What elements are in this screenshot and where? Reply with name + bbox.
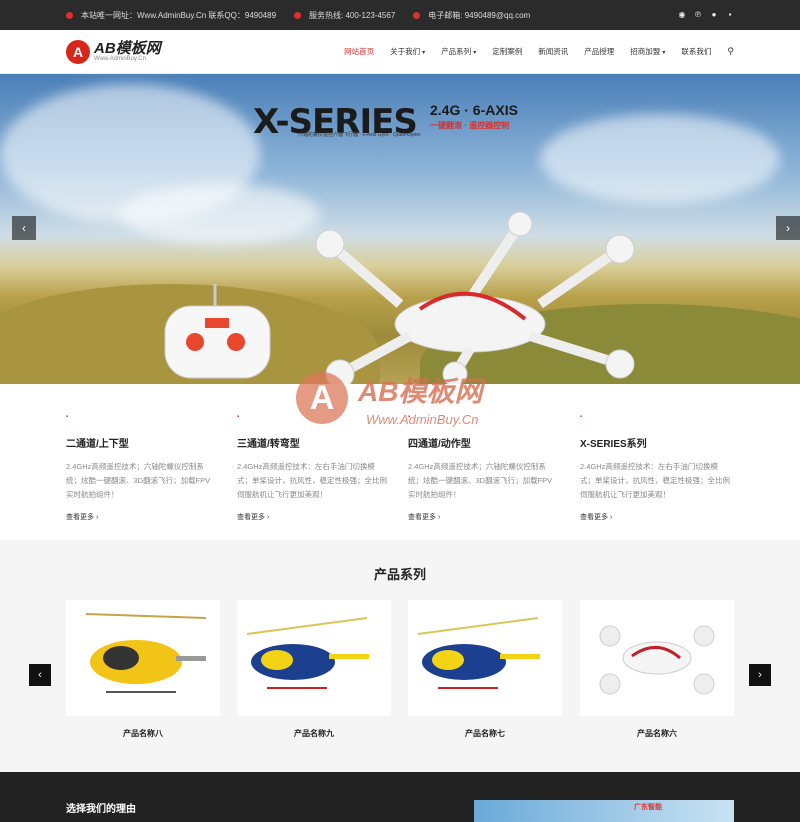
feature-desc: 2.4GHz高频遥控技术；六轴陀螺仪控制系统；炫酷一键翻滚、3D翻滚飞行；加载F…	[66, 462, 211, 499]
chevron-right-icon: ›	[786, 221, 790, 235]
product-card[interactable]	[237, 600, 391, 716]
site-info: 本站唯一网址：Www.AdminBuy.Cn 联系QQ：9490489	[66, 10, 276, 21]
products-next-button[interactable]: ›	[749, 664, 771, 686]
phone-icon	[294, 11, 302, 19]
feature-more-link[interactable]: 查看更多 ›	[66, 512, 216, 522]
hero-banner[interactable]: X-SERIES 2.4G · 6-AXIS 一键翻滚 · 遥控器控制 六轴陀螺…	[0, 74, 800, 384]
product-card[interactable]	[66, 600, 220, 716]
nav-home[interactable]: 网站首页	[336, 46, 382, 57]
main-nav: 网站首页 关于我们 ▾ 产品系列 ▾ 定制案例 新闻资讯 产品授理 招商加盟 ▾…	[336, 46, 734, 57]
chevron-left-icon: ‹	[22, 221, 26, 235]
feature-desc: 2.4GHz高频遥控技术：左右手油门切换模式；单桨设计，抗风性，稳定性极强；全比…	[580, 462, 730, 499]
nav-join[interactable]: 招商加盟 ▾	[622, 46, 673, 57]
nav-contact[interactable]: 联系我们	[673, 46, 719, 57]
banner-prev-button[interactable]: ‹	[12, 216, 36, 240]
why-image: 广东智能	[474, 800, 734, 822]
helicopter-image	[417, 617, 540, 689]
logo-name: AB模板网	[94, 40, 161, 57]
arrow-right-icon: ›	[95, 514, 99, 521]
feature-card: ▪ X-SERIES系列 2.4GHz高频遥控技术：左右手油门切换模式；单桨设计…	[580, 414, 730, 522]
banner-small-text: 六轴陀螺仪遥控六轴飞行器 · 6-Axis Gyro · Quad-copter	[298, 132, 421, 138]
arrow-right-icon: ›	[609, 514, 613, 521]
pinterest-icon[interactable]: ℗	[694, 11, 702, 19]
bullet-icon: ▪	[237, 414, 240, 420]
product-name[interactable]: 产品名称七	[408, 728, 562, 739]
qq-icon[interactable]: ●	[710, 11, 718, 19]
search-icon[interactable]: ⚲	[719, 46, 734, 57]
feature-more-link[interactable]: 查看更多 ›	[580, 512, 730, 522]
product-name[interactable]: 产品名称六	[580, 728, 734, 739]
nav-license[interactable]: 产品授理	[576, 46, 622, 57]
feature-card: ▪ 三通道/转弯型 2.4GHz高频遥控技术：左右手油门切换模式；单桨设计，抗风…	[237, 414, 387, 522]
mail-icon	[413, 11, 421, 19]
feature-section: ▪ 二通道/上下型 2.4GHz高频遥控技术；六轴陀螺仪控制系统；炫酷一键翻滚、…	[0, 384, 800, 540]
caret-down-icon: ▾	[422, 50, 426, 56]
home-icon	[66, 11, 73, 19]
products-prev-button[interactable]: ‹	[29, 664, 51, 686]
banner-subheadline: 2.4G · 6-AXIS	[430, 102, 518, 118]
feature-title: 三通道/转弯型	[237, 439, 300, 450]
chevron-right-icon: ›	[758, 669, 762, 681]
why-section: 选择我们的理由 广东智能	[0, 772, 800, 822]
nav-news[interactable]: 新闻资讯	[530, 46, 576, 57]
hotline-text: 服务热线: 400-123-4567	[309, 10, 396, 20]
nav-about[interactable]: 关于我们 ▾	[382, 46, 433, 57]
feature-title: 二通道/上下型	[66, 439, 129, 450]
product-name[interactable]: 产品名称九	[237, 728, 391, 739]
product-section: 产品系列 产品名称八 产品名称九 产品名称七 产品名称六 ‹ ›	[0, 540, 800, 772]
logo-mark: A	[66, 39, 90, 64]
nav-products[interactable]: 产品系列 ▾	[433, 46, 484, 57]
product-name[interactable]: 产品名称八	[66, 728, 220, 739]
hotline-info: 服务热线: 400-123-4567	[294, 10, 395, 21]
banner-next-button[interactable]: ›	[776, 216, 800, 240]
email-text: 电子邮箱: 9490489@qq.com	[428, 10, 531, 20]
why-title: 选择我们的理由	[66, 804, 136, 815]
product-card[interactable]	[580, 600, 734, 716]
banner-red-tagline: 一键翻滚 · 遥控器控制	[430, 121, 510, 130]
social-links: ◉ ℗ ● ▪	[678, 11, 734, 19]
weibo-icon[interactable]: ◉	[678, 11, 686, 19]
feature-card: ▪ 四通道/动作型 2.4GHz高频遥控技术；六轴陀螺仪控制系统；炫酷一键翻滚、…	[408, 414, 558, 522]
product-card[interactable]	[408, 600, 562, 716]
caret-down-icon: ▾	[473, 50, 477, 56]
email-info: 电子邮箱: 9490489@qq.com	[413, 10, 530, 21]
feature-card: ▪ 二通道/上下型 2.4GHz高频遥控技术；六轴陀螺仪控制系统；炫酷一键翻滚、…	[66, 414, 216, 522]
nav-cases[interactable]: 定制案例	[484, 46, 530, 57]
site-logo[interactable]: A AB模板网 Www.AdminBuy.Cn	[66, 39, 161, 64]
site-info-text: 本站唯一网址：Www.AdminBuy.Cn 联系QQ：9490489	[81, 10, 277, 20]
feature-desc: 2.4GHz高频遥控技术；六轴陀螺仪控制系统；炫酷一键翻滚、3D翻滚飞行；加载F…	[408, 462, 553, 499]
drone-image	[599, 625, 715, 695]
bullet-icon: ▪	[408, 414, 411, 420]
feature-title: 四通道/动作型	[408, 439, 471, 450]
feature-more-link[interactable]: 查看更多 ›	[237, 512, 387, 522]
feature-more-link[interactable]: 查看更多 ›	[408, 512, 558, 522]
arrow-right-icon: ›	[437, 514, 441, 521]
helicopter-image	[246, 617, 369, 689]
arrow-right-icon: ›	[266, 514, 270, 521]
bullet-icon: ▪	[580, 414, 583, 420]
caret-down-icon: ▾	[662, 50, 666, 56]
helicopter-image	[85, 613, 207, 693]
chevron-left-icon: ‹	[38, 669, 42, 681]
site-header: A AB模板网 Www.AdminBuy.Cn 网站首页 关于我们 ▾ 产品系列…	[0, 30, 800, 74]
bullet-icon: ▪	[66, 414, 69, 420]
cart-icon[interactable]: ▪	[726, 11, 734, 19]
section-title: 产品系列	[373, 567, 426, 582]
top-info-bar: 本站唯一网址：Www.AdminBuy.Cn 联系QQ：9490489 服务热线…	[0, 0, 800, 30]
why-image-tag: 广东智能	[634, 804, 662, 811]
feature-title: X-SERIES系列	[580, 439, 647, 450]
feature-desc: 2.4GHz高频遥控技术：左右手油门切换模式；单桨设计，抗风性，稳定性极强；全比…	[237, 462, 387, 499]
